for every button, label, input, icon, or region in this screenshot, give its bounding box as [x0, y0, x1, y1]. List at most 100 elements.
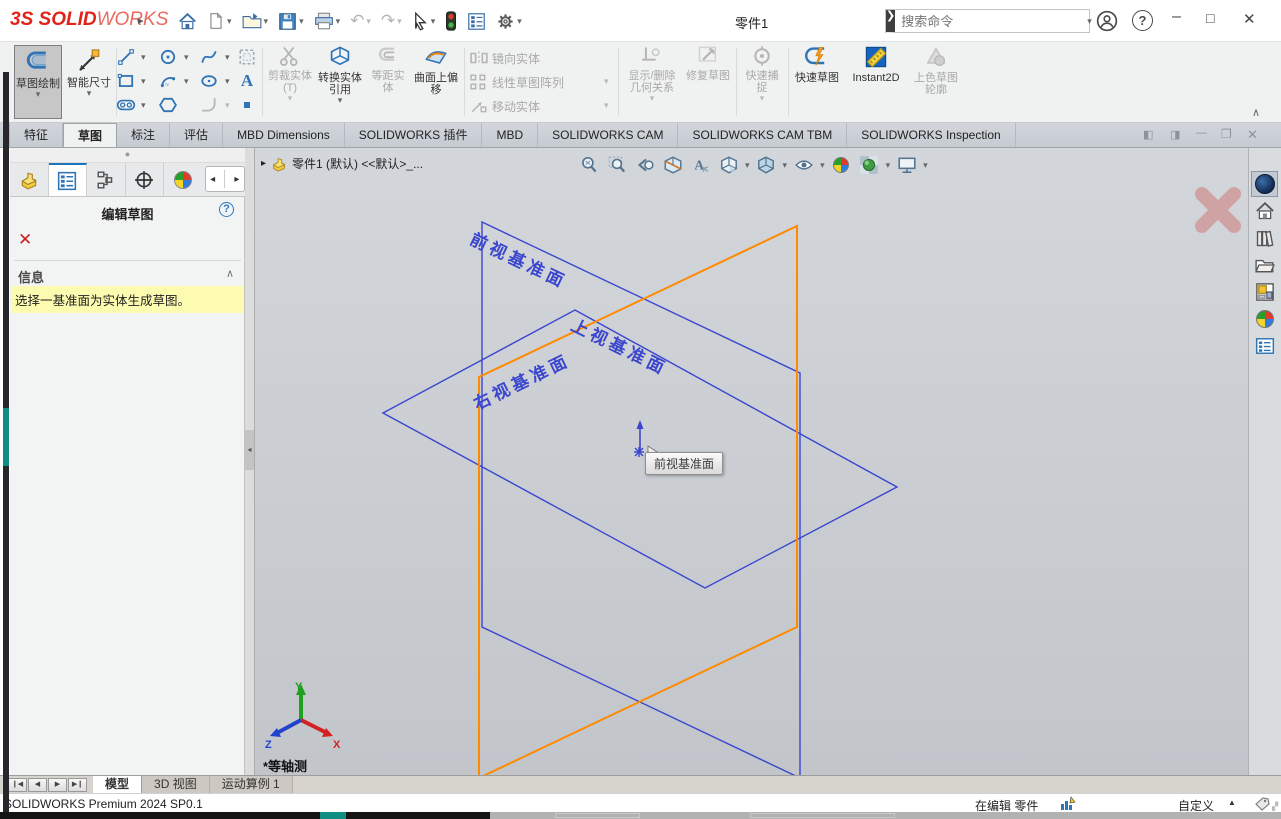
last-tab-button[interactable]: ▶❙: [68, 778, 87, 792]
repair-sketch-button[interactable]: 修复草图: [686, 45, 730, 82]
section-view-button[interactable]: [661, 154, 684, 177]
annotation-views-button[interactable]: A: [689, 154, 712, 177]
close-button[interactable]: ✕: [1243, 10, 1256, 28]
graphics-viewport[interactable]: 前视基准面 上视基准面 右视基准面 前视基准面 ▸ 零件1 (默认) <<默认>…: [255, 148, 1248, 775]
design-library-tab[interactable]: [1251, 225, 1278, 251]
collapse-ribbon-chevron[interactable]: ∧: [1252, 106, 1260, 119]
logo-flyout-icon[interactable]: ▸: [138, 14, 144, 27]
status-custom-up-icon[interactable]: ▲: [1228, 798, 1236, 807]
tab-configuration-manager[interactable]: [87, 163, 126, 196]
display-delete-relations-button[interactable]: 显示/删除几何关系 ▾: [624, 45, 680, 103]
splitter-collapse-handle[interactable]: ◂: [245, 430, 254, 470]
rectangle-tool[interactable]: [115, 70, 137, 92]
cancel-sketch-button[interactable]: ✕: [18, 230, 32, 250]
select-dropdown[interactable]: ▾: [431, 17, 436, 26]
rapid-sketch-button[interactable]: 快速草图: [794, 45, 840, 84]
hide-show-items-dropdown[interactable]: ▾: [820, 161, 825, 170]
motion-study-tab[interactable]: 运动算例 1: [210, 776, 293, 793]
convert-entities-button[interactable]: 转换实体引用 ▾: [316, 45, 364, 105]
slot-tool[interactable]: [115, 94, 137, 116]
tab-markup[interactable]: 标注: [117, 123, 170, 147]
polygon-tool[interactable]: [157, 94, 179, 116]
resources-tab[interactable]: [1251, 171, 1278, 197]
tab-cam-tbm[interactable]: SOLIDWORKS CAM TBM: [678, 123, 847, 147]
next-tab-button[interactable]: ▶: [48, 778, 67, 792]
tab-property-manager[interactable]: [49, 163, 88, 196]
help-button[interactable]: ?: [1132, 10, 1153, 31]
sketch-button[interactable]: 草图绘制 ▾: [14, 45, 62, 119]
hide-show-items-button[interactable]: [792, 154, 815, 177]
line-tool[interactable]: [115, 46, 137, 68]
panel-splitter-handle[interactable]: ●: [10, 148, 245, 163]
arc-tool[interactable]: [157, 70, 179, 92]
custom-properties-tab[interactable]: [1251, 333, 1278, 359]
apply-scene-button[interactable]: [858, 154, 881, 177]
front-plane-outline[interactable]: [482, 222, 800, 775]
tab-inspection[interactable]: SOLIDWORKS Inspection: [847, 123, 1015, 147]
scroll-left-icon[interactable]: ◂: [210, 174, 215, 185]
new-document-dropdown[interactable]: ▾: [227, 17, 232, 26]
home-tab[interactable]: [1251, 198, 1278, 224]
open-button[interactable]: ▾: [240, 6, 271, 36]
rebuild-button[interactable]: [443, 6, 459, 36]
smart-dimension-button[interactable]: 智能尺寸 ▾: [66, 45, 112, 119]
trim-entities-button[interactable]: 剪裁实体(T) ▾: [268, 45, 312, 103]
move-entities-button[interactable]: 移动实体: [470, 95, 540, 117]
text-tool[interactable]: A: [236, 70, 258, 92]
tab-dimxpert-manager[interactable]: [126, 163, 165, 196]
doc-close-button[interactable]: ✕: [1247, 127, 1258, 143]
flyout-expand-icon[interactable]: ▸: [261, 158, 266, 169]
redo-dropdown[interactable]: ▾: [397, 17, 402, 26]
tab-addins[interactable]: SOLIDWORKS 插件: [345, 123, 483, 147]
model-tab[interactable]: 模型: [93, 776, 142, 793]
file-properties-button[interactable]: [465, 6, 488, 36]
instant2d-button[interactable]: Instant2D: [846, 45, 906, 84]
maximize-button[interactable]: □: [1206, 10, 1214, 26]
zoom-fit-button[interactable]: [577, 154, 600, 177]
line-dropdown[interactable]: ▾: [141, 53, 146, 62]
doc-minimize-button[interactable]: —: [1196, 127, 1207, 139]
save-button[interactable]: ▾: [276, 6, 306, 36]
zoom-area-button[interactable]: [605, 154, 628, 177]
pane-right-toggle-icon[interactable]: ◨: [1170, 128, 1180, 141]
collapse-section-chevron[interactable]: ∧: [226, 267, 234, 280]
tab-display-manager[interactable]: [164, 163, 202, 196]
prev-tab-button[interactable]: ◀: [28, 778, 47, 792]
document-label[interactable]: 零件1 (默认) <<默认>_...: [292, 155, 423, 172]
circle-dropdown[interactable]: ▾: [184, 53, 189, 62]
move-entities-dropdown[interactable]: ▾: [604, 101, 609, 110]
search-box[interactable]: ❯_ ▾: [885, 9, 1090, 33]
redo-button[interactable]: ↷▾: [379, 6, 404, 36]
ellipse-dropdown[interactable]: ▾: [225, 77, 230, 86]
ellipse-tool[interactable]: [198, 70, 220, 92]
new-document-button[interactable]: ▾: [205, 6, 234, 36]
save-dropdown[interactable]: ▾: [299, 17, 304, 26]
quick-snaps-dropdown[interactable]: ▾: [742, 94, 782, 103]
rectangle-dropdown[interactable]: ▾: [141, 77, 146, 86]
origin-marker[interactable]: [634, 420, 644, 457]
display-style-button[interactable]: [755, 154, 778, 177]
resize-grip[interactable]: ▞: [1272, 802, 1278, 811]
sketch-button-dropdown[interactable]: ▾: [15, 90, 61, 99]
linear-pattern-dropdown[interactable]: ▾: [604, 77, 609, 86]
fillet-dropdown[interactable]: ▾: [225, 101, 230, 110]
spline-dropdown[interactable]: ▾: [225, 53, 230, 62]
search-input[interactable]: [895, 14, 1083, 29]
3d-views-tab[interactable]: 3D 视图: [142, 776, 210, 793]
tab-feature-manager[interactable]: [10, 163, 49, 196]
pane-left-toggle-icon[interactable]: ◧: [1143, 128, 1153, 141]
fillet-tool[interactable]: [198, 94, 220, 116]
point-tool[interactable]: [236, 94, 258, 116]
print-dropdown[interactable]: ▾: [336, 17, 341, 26]
scroll-right-icon[interactable]: ▸: [234, 174, 239, 185]
previous-view-button[interactable]: [633, 154, 656, 177]
first-tab-button[interactable]: ❙◀: [8, 778, 27, 792]
offset-on-surface-button[interactable]: 曲面上偏移: [412, 45, 460, 96]
arc-dropdown[interactable]: ▾: [184, 77, 189, 86]
tab-cam[interactable]: SOLIDWORKS CAM: [538, 123, 678, 147]
sketch-picture-tool[interactable]: [236, 46, 258, 68]
apply-scene-dropdown[interactable]: ▾: [886, 161, 891, 170]
shaded-contours-button[interactable]: 上色草图轮廓: [912, 45, 960, 96]
view-palette-tab[interactable]: [1251, 279, 1278, 305]
file-explorer-tab[interactable]: [1251, 252, 1278, 278]
